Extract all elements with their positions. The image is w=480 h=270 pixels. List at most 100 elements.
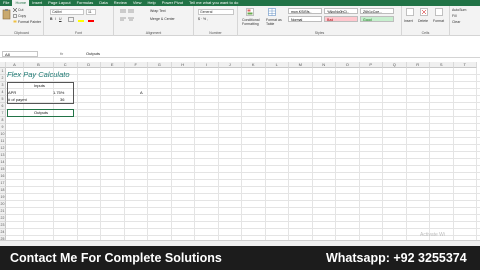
title-cell[interactable]: Flex Pay Calculato bbox=[7, 70, 70, 79]
cells-group: Insert Delete Format Cells bbox=[402, 6, 450, 36]
number-format-select[interactable]: General bbox=[198, 9, 234, 15]
grid-hline bbox=[6, 74, 480, 75]
column-header-e[interactable]: E bbox=[101, 62, 125, 68]
delete-button[interactable]: Delete bbox=[418, 19, 428, 23]
insert-button[interactable]: Insert bbox=[404, 19, 413, 23]
formula-input[interactable]: Outputs bbox=[86, 51, 100, 57]
font-group: Calibri 11 B I U Font bbox=[44, 6, 114, 36]
column-header-p[interactable]: P bbox=[359, 62, 383, 68]
column-header-n[interactable]: N bbox=[312, 62, 336, 68]
borders-icon[interactable] bbox=[68, 17, 74, 22]
column-header-l[interactable]: L bbox=[265, 62, 289, 68]
style-normal[interactable]: Normal bbox=[288, 16, 322, 22]
autosum-button[interactable]: AutoSum bbox=[452, 8, 466, 12]
column-header-r[interactable]: R bbox=[406, 62, 430, 68]
underline-icon[interactable]: U bbox=[59, 17, 62, 21]
column-header-s[interactable]: S bbox=[430, 62, 454, 68]
outputs-header[interactable]: Outputs bbox=[34, 109, 48, 116]
editing-group: AutoSum Fill Clear bbox=[450, 6, 480, 36]
italic-icon[interactable]: I bbox=[55, 17, 56, 21]
stray-cell[interactable]: A bbox=[140, 89, 143, 96]
column-header-k[interactable]: K bbox=[242, 62, 266, 68]
font-name-select[interactable]: Calibri bbox=[50, 9, 84, 15]
paste-icon[interactable] bbox=[2, 8, 11, 20]
fill-color-icon[interactable] bbox=[78, 17, 84, 22]
style-top-3[interactable]: Z6h1cCoe... bbox=[360, 8, 394, 14]
apr-label[interactable]: APR bbox=[8, 89, 16, 96]
insert-cells-icon[interactable] bbox=[406, 8, 414, 16]
payments-label[interactable]: # of paymt bbox=[8, 96, 27, 103]
column-header-a[interactable]: A bbox=[6, 62, 24, 68]
number-group-label: Number bbox=[209, 31, 222, 35]
inputs-header[interactable]: Inputs bbox=[34, 82, 45, 89]
column-header-d[interactable]: D bbox=[77, 62, 101, 68]
grid-hline bbox=[6, 172, 480, 173]
grid-hline bbox=[6, 95, 480, 96]
grid-hline bbox=[6, 158, 480, 159]
style-bad[interactable]: Bad bbox=[324, 16, 358, 22]
column-header-m[interactable]: M bbox=[289, 62, 313, 68]
grid-hline bbox=[6, 151, 480, 152]
column-header-b[interactable]: B bbox=[24, 62, 54, 68]
format-as-table-icon[interactable] bbox=[268, 8, 276, 16]
name-box[interactable]: A8 bbox=[2, 51, 38, 57]
currency-icon[interactable]: $ · % , bbox=[198, 17, 208, 21]
column-header-i[interactable]: I bbox=[195, 62, 219, 68]
conditional-formatting-button[interactable]: Conditional Formatting bbox=[242, 18, 264, 26]
cut-icon[interactable] bbox=[13, 8, 17, 12]
format-painter-icon[interactable] bbox=[13, 20, 17, 24]
styles-group: Conditional Formatting Format as Table m… bbox=[238, 6, 402, 36]
format-as-table-button[interactable]: Format as Table bbox=[266, 18, 286, 26]
style-top-2[interactable]: YAbcNo0hCj.. bbox=[324, 8, 358, 14]
font-color-icon[interactable] bbox=[88, 17, 94, 22]
grid-hline bbox=[6, 123, 480, 124]
cells-group-label: Cells bbox=[421, 31, 430, 35]
column-header-h[interactable]: H bbox=[171, 62, 195, 68]
column-header-f[interactable]: F bbox=[124, 62, 148, 68]
font-size-select[interactable]: 11 bbox=[86, 9, 96, 15]
fx-icon[interactable]: fx bbox=[60, 51, 63, 56]
format-button[interactable]: Format bbox=[433, 19, 444, 23]
style-good[interactable]: Good bbox=[360, 16, 394, 22]
cut-button[interactable]: Cut bbox=[18, 8, 23, 12]
column-header-t[interactable]: T bbox=[453, 62, 477, 68]
grid-hline bbox=[6, 165, 480, 166]
alignment-group: Wrap Text Merge & Center Alignment bbox=[114, 6, 194, 36]
grid-hline bbox=[6, 130, 480, 131]
banner-right-text: Whatsapp: +92 3255374 bbox=[326, 251, 467, 265]
align-icons[interactable] bbox=[120, 9, 140, 14]
style-top-1[interactable]: mon.KSISfs.. bbox=[288, 8, 322, 14]
column-header-o[interactable]: O bbox=[336, 62, 360, 68]
format-cells-icon[interactable] bbox=[435, 8, 443, 16]
grid-hline bbox=[6, 186, 480, 187]
payments-value[interactable]: 36 bbox=[60, 96, 64, 103]
column-header-j[interactable]: J bbox=[218, 62, 242, 68]
worksheet-grid[interactable]: ABCDEFGHIJKLMNOPQRST 1 2 3 4 5 6 7 8 9 10 11 12 13 14… bbox=[0, 62, 480, 240]
conditional-formatting-icon[interactable] bbox=[246, 8, 254, 16]
align-text-icons[interactable] bbox=[120, 17, 140, 22]
wrap-text-button[interactable]: Wrap Text bbox=[150, 9, 166, 13]
format-painter-button[interactable]: Format Painter bbox=[18, 20, 41, 24]
banner-left-text: Contact Me For Complete Solutions bbox=[10, 251, 222, 265]
grid-hline bbox=[6, 193, 480, 194]
fill-button[interactable]: Fill bbox=[452, 14, 456, 18]
delete-cells-icon[interactable] bbox=[420, 8, 428, 16]
bold-icon[interactable]: B bbox=[50, 17, 53, 21]
clipboard-group-label: Clipboard bbox=[14, 31, 29, 35]
grid-hline bbox=[6, 116, 480, 117]
copy-icon[interactable] bbox=[13, 14, 17, 18]
grid-hline bbox=[6, 88, 480, 89]
apr-value[interactable]: 1.75% bbox=[53, 89, 64, 96]
merge-center-button[interactable]: Merge & Center bbox=[150, 17, 175, 21]
grid-hline bbox=[6, 144, 480, 145]
copy-button[interactable]: Copy bbox=[18, 14, 26, 18]
formula-bar: A8 fx Outputs bbox=[0, 50, 480, 58]
column-header-c[interactable]: C bbox=[54, 62, 78, 68]
excel-window: File Home Insert Page Layout Formulas Da… bbox=[0, 0, 480, 270]
column-header-q[interactable]: Q bbox=[383, 62, 407, 68]
grid-hline bbox=[6, 102, 480, 103]
ribbon: Cut Copy Format Painter Clipboard Calibr… bbox=[0, 6, 480, 36]
clear-button[interactable]: Clear bbox=[452, 20, 460, 24]
column-header-g[interactable]: G bbox=[148, 62, 172, 68]
grid-hline bbox=[6, 228, 480, 229]
